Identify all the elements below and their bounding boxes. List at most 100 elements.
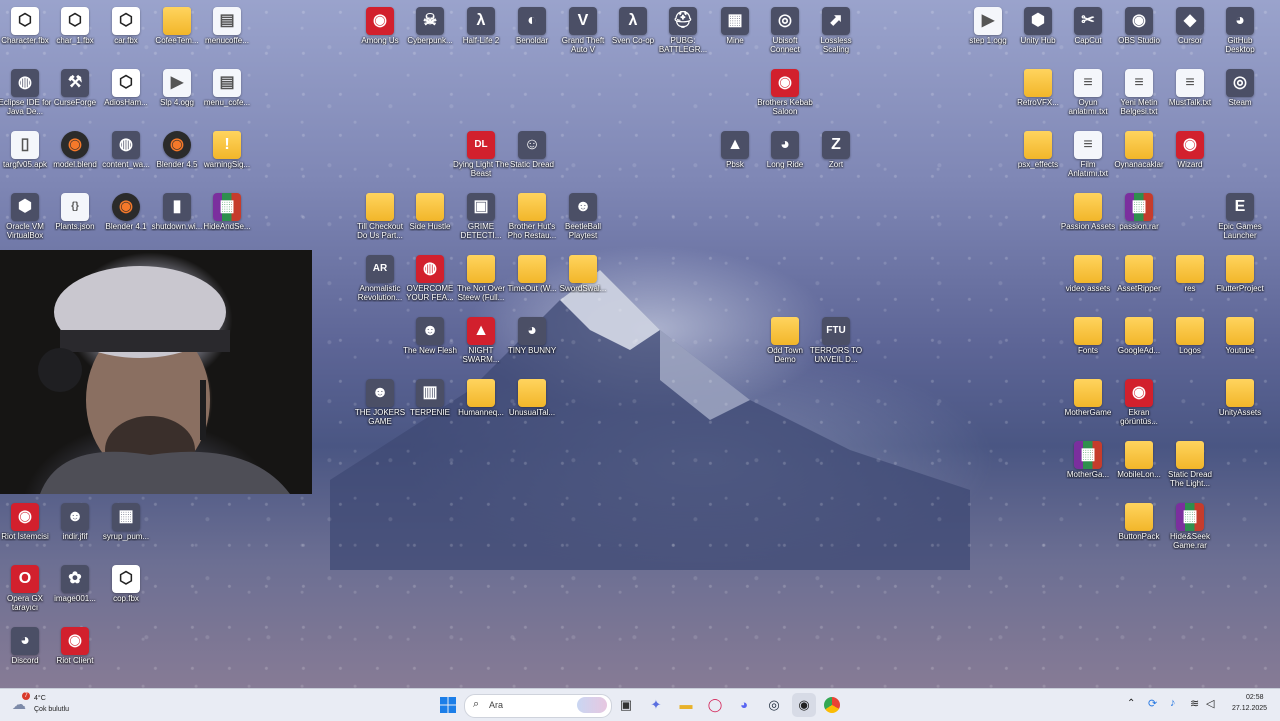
steam-button[interactable]: ◎ bbox=[762, 693, 786, 717]
icon-epic-games[interactable]: E Epic Games Launcher bbox=[1212, 190, 1268, 248]
icon-shutdown-w[interactable]: ▮ shutdown.wi... bbox=[149, 190, 205, 248]
taskbar-search[interactable]: ⌕ Ara bbox=[464, 694, 612, 718]
icon-unity-hub[interactable]: ⬢ Unity Hub bbox=[1010, 4, 1066, 62]
icon-dying-light[interactable]: DL Dying Light The Beast bbox=[453, 128, 509, 186]
icon-indir-jfif[interactable]: ☻ indir.jfif bbox=[47, 500, 103, 558]
icon-terpenie[interactable]: ▥ TERPENIE bbox=[402, 376, 458, 434]
icon-targfv-apk[interactable]: ▯ targfv05.apk bbox=[0, 128, 53, 186]
discord-button[interactable]: ◕ bbox=[732, 693, 756, 717]
icon-side-hustle[interactable]: Side Hustle bbox=[402, 190, 458, 248]
clock-date[interactable]: 27.12.2025 bbox=[1232, 705, 1267, 712]
icon-hide-and-se[interactable]: ▦ HideAndSe... bbox=[199, 190, 255, 248]
icon-long-ride[interactable]: ◕ Long Ride bbox=[757, 128, 813, 186]
icon-oyun-anlatimi[interactable]: ≡ Oyun anlatımı.txt bbox=[1060, 66, 1116, 124]
icon-car-fbx[interactable]: ⬡ car.fbx bbox=[98, 4, 154, 62]
icon-menucoffee[interactable]: ▤ menucoffe... bbox=[199, 4, 255, 62]
icon-half-life[interactable]: λ Half-Life 2 bbox=[453, 4, 509, 62]
tray-mic-icon[interactable]: ♪ bbox=[1170, 697, 1176, 709]
icon-pbsk[interactable]: ▲ Pbsk bbox=[707, 128, 763, 186]
icon-riot-client[interactable]: ◉ Riot Client bbox=[47, 624, 103, 682]
icon-logos[interactable]: Logos bbox=[1162, 314, 1218, 372]
icon-beetleball[interactable]: ☻ BeetleBall Playtest bbox=[555, 190, 611, 248]
icon-hide-seek-rar[interactable]: ▦ Hide&Seek Game.rar bbox=[1162, 500, 1218, 558]
icon-lossless-scaling[interactable]: ⬈ Lossless Scaling bbox=[808, 4, 864, 62]
icon-gta-v[interactable]: V Grand Theft Auto V bbox=[555, 4, 611, 62]
icon-musttalk[interactable]: ≡ MustTalk.txt bbox=[1162, 66, 1218, 124]
icon-timeout[interactable]: TimeOut (W... bbox=[504, 252, 560, 310]
chrome-button[interactable] bbox=[820, 693, 844, 717]
icon-mothergame[interactable]: MotherGame bbox=[1060, 376, 1116, 434]
icon-odd-town[interactable]: Odd Town Demo bbox=[757, 314, 813, 372]
clock-time[interactable]: 02:58 bbox=[1246, 694, 1264, 701]
copilot-button[interactable]: ✦ bbox=[644, 693, 668, 717]
icon-github-desktop[interactable]: ◕ GitHub Desktop bbox=[1212, 4, 1268, 62]
icon-static-dread[interactable]: ☺ Static Dread bbox=[504, 128, 560, 186]
icon-step-ogg[interactable]: ▶ step 1.ogg bbox=[960, 4, 1016, 62]
icon-adiosham-fbx[interactable]: ⬡ AdiosHam... bbox=[98, 66, 154, 124]
icon-assetripper[interactable]: AssetRipper bbox=[1111, 252, 1167, 310]
icon-oynanacaklar[interactable]: Oynanacaklar bbox=[1111, 128, 1167, 186]
icon-ubisoft[interactable]: ◎ Ubisoft Connect bbox=[757, 4, 813, 62]
icon-cursor[interactable]: ◆ Cursor bbox=[1162, 4, 1218, 62]
icon-passion-rar[interactable]: ▦ passion.rar bbox=[1111, 190, 1167, 248]
icon-model-blend[interactable]: ◉ model.blend bbox=[47, 128, 103, 186]
icon-jokers-game[interactable]: ☻ THE JOKERS GAME bbox=[352, 376, 408, 434]
icon-unityassets[interactable]: UnityAssets bbox=[1212, 376, 1268, 434]
icon-character-fbx[interactable]: ⬡ Character.fbx bbox=[0, 4, 53, 62]
icon-film-anlatimi[interactable]: ≡ Film Anlatımı.txt bbox=[1060, 128, 1116, 186]
icon-psx-effects[interactable]: psx_effects bbox=[1010, 128, 1066, 186]
icon-cofeetem[interactable]: CofeeTem... bbox=[149, 4, 205, 62]
icon-swordswal[interactable]: SwordSwal... bbox=[555, 252, 611, 310]
icon-mine[interactable]: ▦ Mine bbox=[707, 4, 763, 62]
icon-anomalistic[interactable]: AR Anomalistic Revolution... bbox=[352, 252, 408, 310]
icon-slp4-ogg[interactable]: ▶ Slp 4.ogg bbox=[149, 66, 205, 124]
icon-riot-istemcisi[interactable]: ◉ Riot İstemcisi bbox=[0, 500, 53, 558]
icon-cop-fbx[interactable]: ⬡ cop.fbx bbox=[98, 562, 154, 620]
icon-steam[interactable]: ◎ Steam bbox=[1212, 66, 1268, 124]
file-explorer-button[interactable]: ▬ bbox=[674, 693, 698, 717]
icon-menu-coffee[interactable]: ▤ menu_cofe... bbox=[199, 66, 255, 124]
icon-terrors[interactable]: FTU TERRORS TO UNVEIL D... bbox=[808, 314, 864, 372]
icon-motherga-rar[interactable]: ▦ MotherGa... bbox=[1060, 438, 1116, 496]
icon-flutterproject[interactable]: FlutterProject bbox=[1212, 252, 1268, 310]
icon-humanneq[interactable]: Humanneq... bbox=[453, 376, 509, 434]
icon-ekran-goruntusu[interactable]: ◉ Ekran görüntüs... bbox=[1111, 376, 1167, 434]
opera-gx-button[interactable]: ◯ bbox=[703, 693, 727, 717]
icon-youtube[interactable]: Youtube bbox=[1212, 314, 1268, 372]
icon-unusualtal[interactable]: UnusualTal... bbox=[504, 376, 560, 434]
icon-video-assets[interactable]: video assets bbox=[1060, 252, 1116, 310]
icon-wizard[interactable]: ◉ Wizard bbox=[1162, 128, 1218, 186]
icon-among-us[interactable]: ◉ Among Us bbox=[352, 4, 408, 62]
icon-obs[interactable]: ◉ OBS Studio bbox=[1111, 4, 1167, 62]
icon-buttonpack[interactable]: ButtonPack bbox=[1111, 500, 1167, 558]
icon-image001[interactable]: ✿ image001... bbox=[47, 562, 103, 620]
icon-pubg[interactable]: ⛑ PUBG: BATTLEGR... bbox=[655, 4, 711, 62]
icon-night-swarm[interactable]: ▲ NIGHT SWARM... bbox=[453, 314, 509, 372]
icon-zort[interactable]: Z Zort bbox=[808, 128, 864, 186]
icon-passion-assets[interactable]: Passion Assets bbox=[1060, 190, 1116, 248]
icon-brothers-kebab[interactable]: ◉ Brothers Kebab Saloon bbox=[757, 66, 813, 124]
icon-discord[interactable]: ◕ Discord bbox=[0, 624, 53, 682]
icon-benoldar[interactable]: ◐ Benoldar bbox=[504, 4, 560, 62]
start-button[interactable] bbox=[436, 693, 460, 717]
icon-overcome[interactable]: ◍ OVERCOME YOUR FEA... bbox=[402, 252, 458, 310]
icon-sven-coop[interactable]: λ Sven Co-op bbox=[605, 4, 661, 62]
icon-cyberpunk[interactable]: ☠ Cyberpunk... bbox=[402, 4, 458, 62]
icon-the-not-over[interactable]: The Not Over Steew (Full... bbox=[453, 252, 509, 310]
tray-wifi-icon[interactable]: ≋ bbox=[1190, 697, 1199, 710]
icon-content-wa[interactable]: ◍ content_wa... bbox=[98, 128, 154, 186]
icon-yeni-metin[interactable]: ≡ Yeni Metin Belgesi.txt bbox=[1111, 66, 1167, 124]
icon-syrup-pum[interactable]: ▦ syrup_pum... bbox=[98, 500, 154, 558]
icon-blender-45[interactable]: ◉ Blender 4.5 bbox=[149, 128, 205, 186]
icon-till-checkout[interactable]: Till Checkout Do Us Part... bbox=[352, 190, 408, 248]
icon-static-dread-light[interactable]: Static Dread The Light... bbox=[1162, 438, 1218, 496]
icon-brother-hut[interactable]: Brother Hut's Pho Restau... bbox=[504, 190, 560, 248]
icon-res[interactable]: res bbox=[1162, 252, 1218, 310]
tray-chevron-icon[interactable]: ⌃ bbox=[1127, 698, 1135, 709]
icon-plants-json[interactable]: {} Plants.json bbox=[47, 190, 103, 248]
tray-volume-icon[interactable]: ◁ bbox=[1206, 697, 1214, 710]
icon-googlead[interactable]: GoogleAd... bbox=[1111, 314, 1167, 372]
icon-mobilelon[interactable]: MobileLon... bbox=[1111, 438, 1167, 496]
obs-button[interactable]: ◉ bbox=[792, 693, 816, 717]
icon-tiny-bunny[interactable]: ◕ TINY BUNNY bbox=[504, 314, 560, 372]
